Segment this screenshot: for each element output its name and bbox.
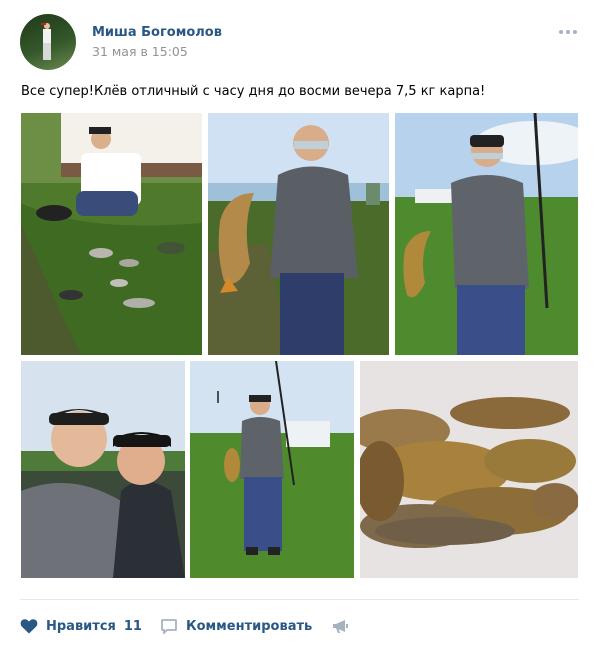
photo-3[interactable] xyxy=(395,113,578,355)
photo-1[interactable] xyxy=(21,113,202,355)
more-dots-icon[interactable] xyxy=(556,26,580,38)
like-button[interactable]: Нравится 11 xyxy=(20,618,142,634)
like-label: Нравится xyxy=(46,618,116,634)
avatar[interactable] xyxy=(20,14,76,70)
comment-button[interactable]: Комментировать xyxy=(161,619,312,634)
post-actions: Нравится 11 Комментировать xyxy=(20,616,349,636)
share-button[interactable] xyxy=(332,619,349,634)
post-header: Миша Богомолов 31 мая в 15:05 xyxy=(20,14,580,70)
actions-divider xyxy=(20,599,579,600)
photo-4[interactable] xyxy=(21,361,185,578)
comment-label: Комментировать xyxy=(185,618,313,634)
megaphone-share-icon xyxy=(332,619,349,634)
heart-icon xyxy=(20,618,38,634)
avatar-figure xyxy=(41,23,51,60)
photo-2[interactable] xyxy=(208,113,389,355)
comment-icon xyxy=(161,618,177,634)
photo-5[interactable] xyxy=(190,361,354,578)
like-count: 11 xyxy=(123,618,142,634)
post-text: Все супер!Клёв отличный с часу дня до во… xyxy=(21,84,486,99)
photo-6[interactable] xyxy=(360,361,578,578)
post-date[interactable]: 31 мая в 15:05 xyxy=(92,44,188,59)
author-name[interactable]: Миша Богомолов xyxy=(92,25,222,40)
